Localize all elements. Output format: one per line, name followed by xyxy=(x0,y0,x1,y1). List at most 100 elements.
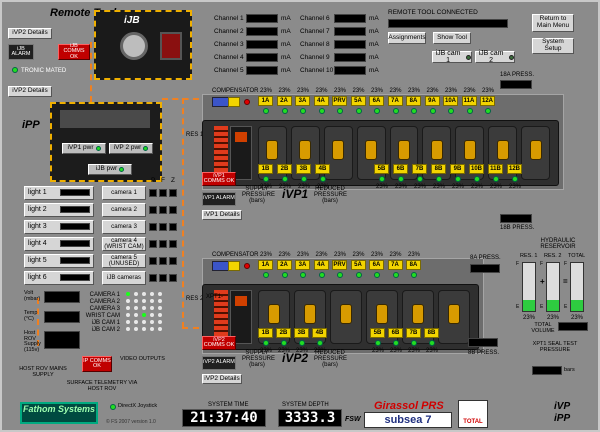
camera-2-control-0[interactable] xyxy=(149,206,157,214)
show-tool-button[interactable]: Show Tool xyxy=(433,32,471,44)
camera-1-button[interactable]: camera 1 xyxy=(102,186,146,200)
ivp1-details-button[interactable]: iVP1 Details xyxy=(202,210,242,220)
ivp2-port-5b-tag[interactable]: 5B xyxy=(370,328,385,338)
camera-4-control-1[interactable] xyxy=(159,240,167,248)
ivp2-port-4a-tag[interactable]: 4A xyxy=(313,260,329,270)
camera-3-button[interactable]: camera 3 xyxy=(102,220,146,234)
camera-6-control-1[interactable] xyxy=(159,274,167,282)
ijb-cam2-button[interactable]: iJB cam 2 xyxy=(475,50,515,64)
ivp1-port-prv-tag[interactable]: PRV xyxy=(332,96,347,106)
camera-3-control-0[interactable] xyxy=(149,223,157,231)
ivp2-port-4b-tag[interactable]: 4B xyxy=(312,328,327,338)
ivp1-power-button[interactable]: iVP1 pwr xyxy=(62,143,106,154)
camera-2-control-1[interactable] xyxy=(159,206,167,214)
ivp2-port-6b-tag[interactable]: 6B xyxy=(388,328,403,338)
ivp1-port-3a-tag[interactable]: 3A xyxy=(295,96,310,106)
ipp-ivp2-details-button[interactable]: iVP2 Details xyxy=(8,86,52,97)
camera-4-control-0[interactable] xyxy=(149,240,157,248)
ivp2-port-1b-tag[interactable]: 1B xyxy=(258,328,273,338)
system-setup-button[interactable]: System Setup xyxy=(532,38,574,54)
ivp2-power-button[interactable]: iVP 2 pwr xyxy=(109,143,153,154)
ivp2-port-prv-tag[interactable]: PRV xyxy=(332,260,347,270)
ivp1-port-7b-tag[interactable]: 7B xyxy=(412,164,427,174)
matrix-crosspoint[interactable] xyxy=(150,313,154,317)
ivp1-port-4b-tag[interactable]: 4B xyxy=(315,164,330,174)
camera-6-control-0[interactable] xyxy=(149,274,157,282)
matrix-crosspoint[interactable] xyxy=(126,299,130,303)
ivp2-port-1a-tag[interactable]: 1A xyxy=(258,260,273,270)
matrix-crosspoint[interactable] xyxy=(158,320,162,324)
ivp2-port-7b-tag[interactable]: 7B xyxy=(406,328,421,338)
camera-3-control-2[interactable] xyxy=(169,223,177,231)
camera-6-button[interactable]: iJB cameras xyxy=(102,271,146,285)
matrix-crosspoint[interactable] xyxy=(158,292,162,296)
ivp1-port-2b-tag[interactable]: 2B xyxy=(277,164,292,174)
ivp1-port-2a-tag[interactable]: 2A xyxy=(276,96,292,106)
matrix-crosspoint[interactable] xyxy=(142,313,146,317)
ivp2-port-7a-tag[interactable]: 7A xyxy=(387,260,403,270)
ivp2-details-button[interactable]: iVP2 Details xyxy=(202,374,242,384)
matrix-crosspoint[interactable] xyxy=(150,320,154,324)
matrix-crosspoint[interactable] xyxy=(158,306,162,310)
ivp1-port-6a-tag[interactable]: 6A xyxy=(369,96,384,106)
ivp1-port-12b-tag[interactable]: 12B xyxy=(507,164,522,174)
matrix-crosspoint[interactable] xyxy=(134,299,138,303)
camera-3-control-1[interactable] xyxy=(159,223,167,231)
matrix-crosspoint[interactable] xyxy=(126,320,130,324)
return-main-menu-button[interactable]: Return to Main Menu xyxy=(532,14,574,32)
ivp1-port-1a-tag[interactable]: 1A xyxy=(258,96,273,106)
camera-4-control-2[interactable] xyxy=(169,240,177,248)
ivp1-port-5a-tag[interactable]: 5A xyxy=(350,96,366,106)
matrix-crosspoint[interactable] xyxy=(158,313,162,317)
matrix-crosspoint[interactable] xyxy=(134,327,138,331)
camera-2-button[interactable]: camera 2 xyxy=(102,203,146,217)
ivp1-port-7a-tag[interactable]: 7A xyxy=(387,96,403,106)
ivp1-port-5b-tag[interactable]: 5B xyxy=(374,164,389,174)
ivp1-port-10a-tag[interactable]: 10A xyxy=(443,96,458,106)
camera-2-control-2[interactable] xyxy=(169,206,177,214)
camera-5-button[interactable]: camera 5 (UNUSED) xyxy=(102,254,146,268)
ivp2-port-5a-tag[interactable]: 5A xyxy=(350,260,366,270)
matrix-crosspoint[interactable] xyxy=(134,320,138,324)
ivp1-port-11a-tag[interactable]: 11A xyxy=(461,96,477,106)
matrix-crosspoint[interactable] xyxy=(134,313,138,317)
ivp1-port-4a-tag[interactable]: 4A xyxy=(313,96,329,106)
camera-1-control-1[interactable] xyxy=(159,189,167,197)
ijb-details-button[interactable]: iVP2 Details xyxy=(8,28,52,39)
camera-1-control-0[interactable] xyxy=(149,189,157,197)
matrix-crosspoint[interactable] xyxy=(126,327,130,331)
matrix-crosspoint[interactable] xyxy=(134,292,138,296)
matrix-crosspoint[interactable] xyxy=(142,306,146,310)
matrix-crosspoint[interactable] xyxy=(126,292,130,296)
matrix-crosspoint[interactable] xyxy=(150,306,154,310)
matrix-crosspoint[interactable] xyxy=(126,306,130,310)
ivp1-port-10b-tag[interactable]: 10B xyxy=(469,164,484,174)
ivp1-port-3b-tag[interactable]: 3B xyxy=(296,164,311,174)
matrix-crosspoint[interactable] xyxy=(142,320,146,324)
ivp2-port-2b-tag[interactable]: 2B xyxy=(276,328,291,338)
camera-4-button[interactable]: camera 4 (WRIST CAM) xyxy=(102,237,146,251)
matrix-crosspoint[interactable] xyxy=(158,299,162,303)
ivp2-port-8a-tag[interactable]: 8A xyxy=(406,260,421,270)
matrix-crosspoint[interactable] xyxy=(150,327,154,331)
ivp2-port-3a-tag[interactable]: 3A xyxy=(295,260,310,270)
camera-5-control-2[interactable] xyxy=(169,257,177,265)
ivp2-port-3b-tag[interactable]: 3B xyxy=(294,328,309,338)
ijb-cam1-button[interactable]: iJB cam 1 xyxy=(432,50,472,64)
ivp1-port-8b-tag[interactable]: 8B xyxy=(431,164,446,174)
ivp1-port-6b-tag[interactable]: 6B xyxy=(393,164,408,174)
matrix-crosspoint[interactable] xyxy=(150,292,154,296)
matrix-crosspoint[interactable] xyxy=(142,299,146,303)
ivp1-port-11b-tag[interactable]: 11B xyxy=(488,164,503,174)
ivp1-port-9b-tag[interactable]: 9B xyxy=(450,164,465,174)
matrix-crosspoint[interactable] xyxy=(134,306,138,310)
matrix-crosspoint[interactable] xyxy=(142,327,146,331)
camera-5-control-1[interactable] xyxy=(159,257,167,265)
camera-6-control-2[interactable] xyxy=(169,274,177,282)
camera-5-control-0[interactable] xyxy=(149,257,157,265)
ivp1-port-1b-tag[interactable]: 1B xyxy=(258,164,273,174)
matrix-crosspoint[interactable] xyxy=(158,327,162,331)
ivp1-port-9a-tag[interactable]: 9A xyxy=(424,96,440,106)
ivp2-port-8b-tag[interactable]: 8B xyxy=(424,328,439,338)
matrix-crosspoint[interactable] xyxy=(126,313,130,317)
